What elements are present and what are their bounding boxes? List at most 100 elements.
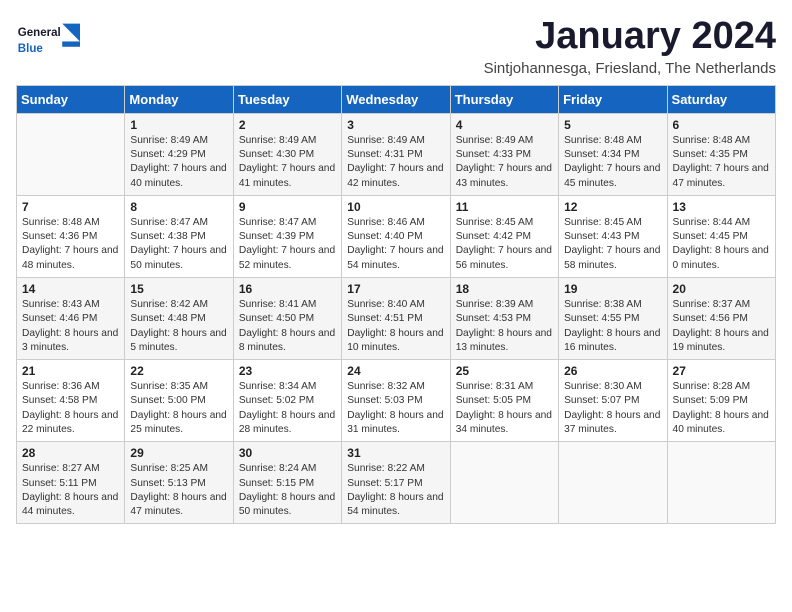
calendar-cell: 24Sunrise: 8:32 AMSunset: 5:03 PMDayligh…	[342, 360, 450, 442]
day-number: 10	[347, 200, 444, 214]
calendar-cell	[17, 113, 125, 195]
svg-text:General: General	[18, 27, 61, 39]
svg-text:Blue: Blue	[18, 43, 44, 55]
day-detail: Sunrise: 8:45 AMSunset: 4:43 PMDaylight:…	[564, 216, 661, 273]
day-detail: Sunrise: 8:22 AMSunset: 5:17 PMDaylight:…	[347, 462, 444, 519]
day-detail: Sunrise: 8:34 AMSunset: 5:02 PMDaylight:…	[239, 380, 336, 437]
calendar-week-row: 14 Sunrise: 8:43 AMSunset: 4:46 PMDayligh…	[17, 278, 776, 360]
calendar-week-row: 7Sunrise: 8:48 AMSunset: 4:36 PMDaylight…	[17, 195, 776, 277]
day-number: 6	[673, 118, 770, 132]
day-detail: Sunrise: 8:36 AMSunset: 4:58 PMDaylight:…	[22, 380, 119, 437]
day-number: 9	[239, 200, 336, 214]
day-number: 21	[22, 364, 119, 378]
calendar-cell: 31 Sunrise: 8:22 AMSunset: 5:17 PMDayligh…	[342, 442, 450, 524]
day-number: 17	[347, 282, 444, 296]
logo: General Blue	[16, 16, 96, 66]
day-number: 8	[130, 200, 227, 214]
day-detail: Sunrise: 8:38 AMSunset: 4:55 PMDaylight:…	[564, 298, 661, 355]
calendar-week-row: 21 Sunrise: 8:36 AMSunset: 4:58 PMDayligh…	[17, 360, 776, 442]
day-detail: Sunrise: 8:49 AMSunset: 4:29 PMDaylight:…	[130, 134, 227, 191]
weekday-monday: Monday	[125, 85, 233, 113]
logo-svg: General Blue	[16, 16, 96, 66]
day-number: 13	[673, 200, 770, 214]
calendar-cell: 29Sunrise: 8:25 AMSunset: 5:13 PMDayligh…	[125, 442, 233, 524]
calendar-cell: 8 Sunrise: 8:47 AMSunset: 4:38 PMDaylight…	[125, 195, 233, 277]
day-number: 26	[564, 364, 661, 378]
day-number: 3	[347, 118, 444, 132]
day-detail: Sunrise: 8:27 AMSunset: 5:11 PMDaylight:…	[22, 462, 119, 519]
calendar-cell: 30 Sunrise: 8:24 AMSunset: 5:15 PMDayligh…	[233, 442, 341, 524]
day-detail: Sunrise: 8:30 AMSunset: 5:07 PMDaylight:…	[564, 380, 661, 437]
day-number: 27	[673, 364, 770, 378]
day-detail: Sunrise: 8:28 AMSunset: 5:09 PMDaylight:…	[673, 380, 770, 437]
calendar-cell: 7Sunrise: 8:48 AMSunset: 4:36 PMDaylight…	[17, 195, 125, 277]
day-detail: Sunrise: 8:49 AMSunset: 4:31 PMDaylight:…	[347, 134, 444, 191]
calendar-cell: 17Sunrise: 8:40 AMSunset: 4:51 PMDayligh…	[342, 278, 450, 360]
weekday-friday: Friday	[559, 85, 667, 113]
day-detail: Sunrise: 8:24 AMSunset: 5:15 PMDaylight:…	[239, 462, 336, 519]
day-number: 5	[564, 118, 661, 132]
day-detail: Sunrise: 8:49 AMSunset: 4:30 PMDaylight:…	[239, 134, 336, 191]
calendar-cell: 23 Sunrise: 8:34 AMSunset: 5:02 PMDayligh…	[233, 360, 341, 442]
day-detail: Sunrise: 8:35 AMSunset: 5:00 PMDaylight:…	[130, 380, 227, 437]
day-number: 23	[239, 364, 336, 378]
day-detail: Sunrise: 8:48 AMSunset: 4:36 PMDaylight:…	[22, 216, 119, 273]
calendar-cell: 25 Sunrise: 8:31 AMSunset: 5:05 PMDayligh…	[450, 360, 558, 442]
day-detail: Sunrise: 8:48 AMSunset: 4:35 PMDaylight:…	[673, 134, 770, 191]
calendar-cell: 10 Sunrise: 8:46 AMSunset: 4:40 PMDayligh…	[342, 195, 450, 277]
calendar-cell: 9 Sunrise: 8:47 AMSunset: 4:39 PMDaylight…	[233, 195, 341, 277]
calendar-cell: 5Sunrise: 8:48 AMSunset: 4:34 PMDaylight…	[559, 113, 667, 195]
day-detail: Sunrise: 8:45 AMSunset: 4:42 PMDaylight:…	[456, 216, 553, 273]
day-number: 25	[456, 364, 553, 378]
day-number: 30	[239, 446, 336, 460]
day-detail: Sunrise: 8:49 AMSunset: 4:33 PMDaylight:…	[456, 134, 553, 191]
weekday-saturday: Saturday	[667, 85, 775, 113]
day-detail: Sunrise: 8:47 AMSunset: 4:39 PMDaylight:…	[239, 216, 336, 273]
weekday-wednesday: Wednesday	[342, 85, 450, 113]
day-number: 1	[130, 118, 227, 132]
day-number: 12	[564, 200, 661, 214]
calendar-table: SundayMondayTuesdayWednesdayThursdayFrid…	[16, 85, 776, 525]
calendar-title: January 2024	[484, 16, 776, 58]
day-detail: Sunrise: 8:31 AMSunset: 5:05 PMDaylight:…	[456, 380, 553, 437]
day-number: 29	[130, 446, 227, 460]
day-detail: Sunrise: 8:47 AMSunset: 4:38 PMDaylight:…	[130, 216, 227, 273]
calendar-cell: 22 Sunrise: 8:35 AMSunset: 5:00 PMDayligh…	[125, 360, 233, 442]
day-detail: Sunrise: 8:32 AMSunset: 5:03 PMDaylight:…	[347, 380, 444, 437]
calendar-cell: 4Sunrise: 8:49 AMSunset: 4:33 PMDaylight…	[450, 113, 558, 195]
weekday-tuesday: Tuesday	[233, 85, 341, 113]
calendar-cell: 3 Sunrise: 8:49 AMSunset: 4:31 PMDaylight…	[342, 113, 450, 195]
weekday-header-row: SundayMondayTuesdayWednesdayThursdayFrid…	[17, 85, 776, 113]
calendar-cell: 18 Sunrise: 8:39 AMSunset: 4:53 PMDayligh…	[450, 278, 558, 360]
calendar-week-row: 28Sunrise: 8:27 AMSunset: 5:11 PMDayligh…	[17, 442, 776, 524]
calendar-cell: 21 Sunrise: 8:36 AMSunset: 4:58 PMDayligh…	[17, 360, 125, 442]
day-number: 2	[239, 118, 336, 132]
calendar-cell: 13 Sunrise: 8:44 AMSunset: 4:45 PMDayligh…	[667, 195, 775, 277]
day-number: 20	[673, 282, 770, 296]
weekday-thursday: Thursday	[450, 85, 558, 113]
day-detail: Sunrise: 8:46 AMSunset: 4:40 PMDaylight:…	[347, 216, 444, 273]
calendar-cell	[559, 442, 667, 524]
day-number: 19	[564, 282, 661, 296]
day-number: 14	[22, 282, 119, 296]
calendar-cell	[450, 442, 558, 524]
calendar-cell: 6 Sunrise: 8:48 AMSunset: 4:35 PMDaylight…	[667, 113, 775, 195]
calendar-cell: 27 Sunrise: 8:28 AMSunset: 5:09 PMDayligh…	[667, 360, 775, 442]
calendar-cell	[667, 442, 775, 524]
day-number: 18	[456, 282, 553, 296]
weekday-sunday: Sunday	[17, 85, 125, 113]
calendar-cell: 16Sunrise: 8:41 AMSunset: 4:50 PMDayligh…	[233, 278, 341, 360]
day-number: 16	[239, 282, 336, 296]
title-block: January 2024 Sintjohannesga, Friesland, …	[484, 16, 776, 77]
day-detail: Sunrise: 8:39 AMSunset: 4:53 PMDaylight:…	[456, 298, 553, 355]
day-number: 11	[456, 200, 553, 214]
calendar-week-row: 1 Sunrise: 8:49 AMSunset: 4:29 PMDaylight…	[17, 113, 776, 195]
day-number: 15	[130, 282, 227, 296]
day-number: 22	[130, 364, 227, 378]
day-detail: Sunrise: 8:37 AMSunset: 4:56 PMDaylight:…	[673, 298, 770, 355]
day-number: 31	[347, 446, 444, 460]
calendar-cell: 1 Sunrise: 8:49 AMSunset: 4:29 PMDaylight…	[125, 113, 233, 195]
day-detail: Sunrise: 8:44 AMSunset: 4:45 PMDaylight:…	[673, 216, 770, 273]
calendar-cell: 26 Sunrise: 8:30 AMSunset: 5:07 PMDayligh…	[559, 360, 667, 442]
day-detail: Sunrise: 8:43 AMSunset: 4:46 PMDaylight:…	[22, 298, 119, 355]
